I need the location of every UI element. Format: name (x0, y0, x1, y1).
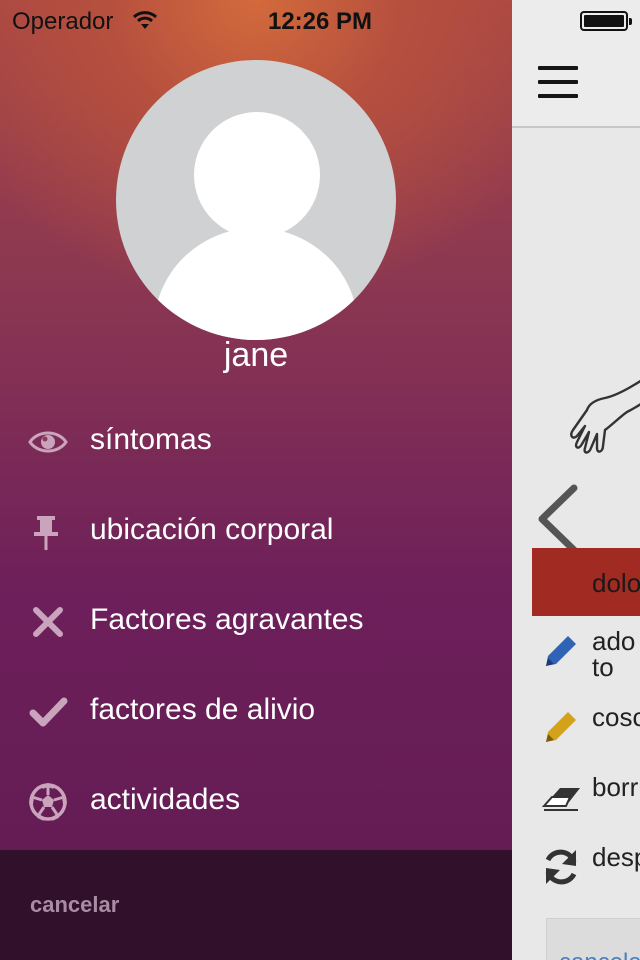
main-screen: dolo ado to cosc borr des (512, 0, 640, 960)
menu-item-label: actividades (90, 783, 241, 816)
tool-label: borr (592, 772, 639, 802)
cancel-label: cancelar (30, 892, 120, 917)
tool-row-pencil-blue[interactable]: ado to (540, 624, 640, 684)
tool-label: ado to (592, 626, 636, 682)
selected-symptom-row[interactable]: dolo (532, 548, 640, 616)
hand-outline-icon (570, 379, 640, 454)
username: jane (223, 336, 289, 374)
pencil-blue-icon (546, 636, 576, 666)
hamburger-menu-icon[interactable] (538, 66, 582, 102)
tool-label: desp (592, 842, 640, 872)
pencil-yellow-icon (546, 712, 576, 742)
pin-icon (34, 516, 58, 550)
side-drawer: jane síntomas ubicación corporal Factore… (0, 0, 512, 960)
menu-item-relief-factors[interactable]: factores de alivio (0, 670, 512, 760)
tool-row-refresh[interactable]: desp (540, 840, 640, 900)
menu-item-body-location[interactable]: ubicación corporal (0, 490, 512, 580)
menu-item-label: ubicación corporal (90, 513, 334, 546)
battery-icon (580, 11, 632, 31)
drawer-cancel-button[interactable]: cancelar (0, 850, 512, 960)
app-root: dolo ado to cosc borr des jane síntomas … (0, 0, 640, 960)
tool-label: cosc (592, 702, 640, 732)
menu-item-symptoms[interactable]: síntomas (0, 400, 512, 490)
menu-item-label: factores de alivio (90, 693, 316, 726)
chevron-left-icon[interactable] (534, 484, 584, 554)
tool-row-pencil-yellow[interactable]: cosc (540, 700, 640, 760)
status-time: 12:26 PM (267, 8, 373, 35)
menu-item-label: síntomas (90, 423, 212, 456)
check-icon (29, 697, 68, 727)
menu-item-label: Factores agravantes (90, 603, 364, 636)
avatar[interactable] (116, 60, 396, 340)
menu-item-activities[interactable]: actividades (0, 760, 512, 850)
x-icon (33, 607, 63, 637)
eye-icon (28, 431, 68, 453)
tool-row-eraser[interactable]: borr (540, 770, 640, 830)
menu-item-aggravating-factors[interactable]: Factores agravantes (0, 580, 512, 670)
refresh-icon (545, 849, 577, 885)
status-bar: Operador 12:26 PM (0, 0, 640, 40)
main-cancel-label: cancela (559, 949, 640, 960)
main-cancel-button[interactable]: cancela (546, 918, 640, 960)
eraser-icon (541, 788, 580, 811)
soccer-ball-icon (29, 782, 67, 821)
selected-symptom-label: dolo (592, 568, 640, 598)
